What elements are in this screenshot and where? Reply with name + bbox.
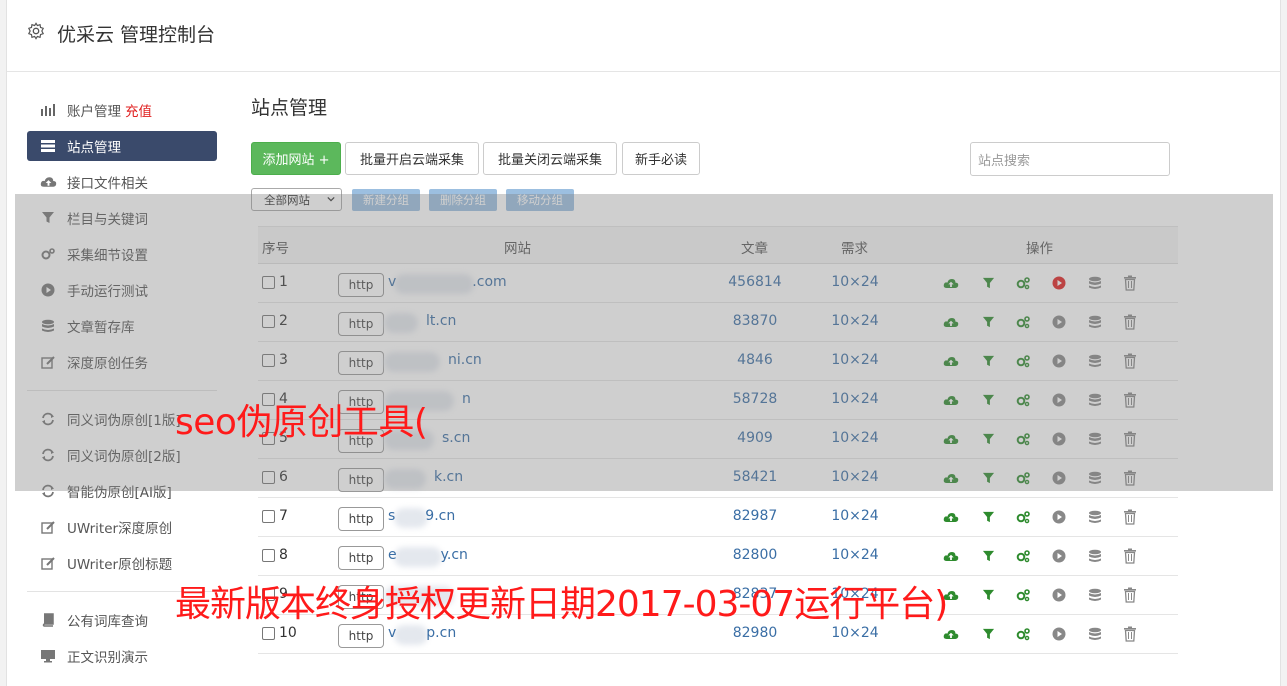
database-icon[interactable] bbox=[1086, 508, 1104, 526]
site-link[interactable]: v p.cn bbox=[388, 625, 456, 641]
sidebar-item-label: 正文识别演示 bbox=[67, 650, 148, 666]
http-badge[interactable]: http bbox=[338, 507, 384, 531]
row-checkbox[interactable] bbox=[262, 510, 275, 523]
sidebar-item-label: 公有词库查询 bbox=[67, 614, 148, 630]
watermark-line-1: seo伪原创工具( bbox=[175, 402, 428, 443]
site-prefix: s bbox=[388, 508, 396, 524]
table-row: 8 http e y.cn 82800 10×24 bbox=[258, 537, 1178, 576]
database-icon[interactable] bbox=[1086, 625, 1104, 643]
cloud-upload-icon[interactable] bbox=[942, 625, 960, 643]
demand-value[interactable]: 10×24 bbox=[820, 625, 890, 641]
newbie-guide-button[interactable]: 新手必读 bbox=[622, 142, 700, 175]
site-link[interactable]: s 9.cn bbox=[388, 508, 455, 524]
sidebar-item-0[interactable]: 账户管理 充值 bbox=[27, 92, 217, 128]
trash-icon[interactable] bbox=[1121, 547, 1139, 565]
row-id: 10 bbox=[279, 625, 297, 641]
play-circle-icon[interactable] bbox=[1050, 586, 1068, 604]
gear-icon bbox=[27, 22, 45, 40]
server-icon bbox=[39, 138, 57, 154]
filter-icon[interactable] bbox=[979, 508, 997, 526]
demand-value[interactable]: 10×24 bbox=[820, 547, 890, 563]
trash-icon[interactable] bbox=[1121, 586, 1139, 604]
cogs-icon[interactable] bbox=[1014, 508, 1032, 526]
cogs-icon[interactable] bbox=[1014, 586, 1032, 604]
main-content: 站点管理 添加网站 + 批量开启云端采集 批量关闭云端采集 新手必读 站点搜索 … bbox=[251, 90, 1178, 654]
filter-icon[interactable] bbox=[979, 547, 997, 565]
database-icon[interactable] bbox=[1086, 586, 1104, 604]
demand-value[interactable]: 10×24 bbox=[820, 508, 890, 524]
bar-chart-icon bbox=[39, 102, 57, 118]
article-count[interactable]: 82800 bbox=[710, 547, 800, 563]
gray-overlay-banner bbox=[15, 194, 1273, 491]
edit-icon bbox=[39, 555, 57, 571]
cogs-icon[interactable] bbox=[1014, 625, 1032, 643]
sidebar-item-label: UWriter深度原创 bbox=[67, 521, 173, 537]
filter-icon[interactable] bbox=[979, 586, 997, 604]
filter-icon[interactable] bbox=[979, 625, 997, 643]
sidebar-item-label: UWriter原创标题 bbox=[67, 557, 173, 573]
row-id: 7 bbox=[279, 508, 288, 524]
site-link[interactable]: e y.cn bbox=[388, 547, 468, 563]
add-site-button[interactable]: 添加网站 + bbox=[251, 142, 341, 175]
watermark-line-2: 最新版本终身授权更新日期2017-03-07运行平台) bbox=[175, 584, 948, 625]
play-circle-icon[interactable] bbox=[1050, 547, 1068, 565]
http-badge[interactable]: http bbox=[338, 624, 384, 648]
article-count[interactable]: 82987 bbox=[710, 508, 800, 524]
sidebar-item-1[interactable]: 站点管理 bbox=[27, 131, 217, 161]
site-prefix: v bbox=[388, 625, 397, 641]
page-title: 站点管理 bbox=[251, 97, 328, 119]
row-checkbox[interactable] bbox=[262, 549, 275, 562]
table-row: 7 http s 9.cn 82987 10×24 bbox=[258, 498, 1178, 537]
trash-icon[interactable] bbox=[1121, 625, 1139, 643]
cloud-upload-icon bbox=[39, 174, 57, 190]
site-suffix: y.cn bbox=[440, 547, 468, 563]
row-checkbox[interactable] bbox=[262, 627, 275, 640]
sidebar-item-14[interactable]: 正文识别演示 bbox=[27, 638, 217, 674]
cloud-upload-icon[interactable] bbox=[942, 547, 960, 565]
trash-icon[interactable] bbox=[1121, 508, 1139, 526]
database-icon[interactable] bbox=[1086, 547, 1104, 565]
row-id: 8 bbox=[279, 547, 288, 563]
sidebar-item-11[interactable]: UWriter深度原创 bbox=[27, 509, 217, 545]
batch-enable-cloud-button[interactable]: 批量开启云端采集 bbox=[345, 142, 479, 175]
book-icon bbox=[39, 612, 57, 628]
site-suffix: 9.cn bbox=[425, 508, 456, 524]
monitor-icon bbox=[39, 648, 57, 664]
article-count[interactable]: 82980 bbox=[710, 625, 800, 641]
sidebar-item-label: 接口文件相关 bbox=[67, 176, 148, 192]
site-prefix: e bbox=[388, 547, 397, 563]
http-badge[interactable]: http bbox=[338, 546, 384, 570]
batch-disable-cloud-button[interactable]: 批量关闭云端采集 bbox=[483, 142, 617, 175]
recharge-link[interactable]: 充值 bbox=[125, 100, 152, 120]
edit-icon bbox=[39, 519, 57, 535]
app-header: 优采云 管理控制台 bbox=[7, 0, 1280, 72]
toolbar: 添加网站 + 批量开启云端采集 批量关闭云端采集 新手必读 站点搜索 bbox=[251, 142, 1171, 176]
sidebar-item-label: 站点管理 bbox=[67, 140, 121, 156]
sidebar-item-label: 账户管理 bbox=[67, 104, 121, 120]
site-suffix: p.cn bbox=[426, 625, 457, 641]
app-title: 优采云 管理控制台 bbox=[57, 24, 216, 46]
play-circle-icon[interactable] bbox=[1050, 625, 1068, 643]
play-circle-icon[interactable] bbox=[1050, 508, 1068, 526]
cloud-upload-icon[interactable] bbox=[942, 508, 960, 526]
site-search-input[interactable]: 站点搜索 bbox=[970, 142, 1170, 176]
cogs-icon[interactable] bbox=[1014, 547, 1032, 565]
